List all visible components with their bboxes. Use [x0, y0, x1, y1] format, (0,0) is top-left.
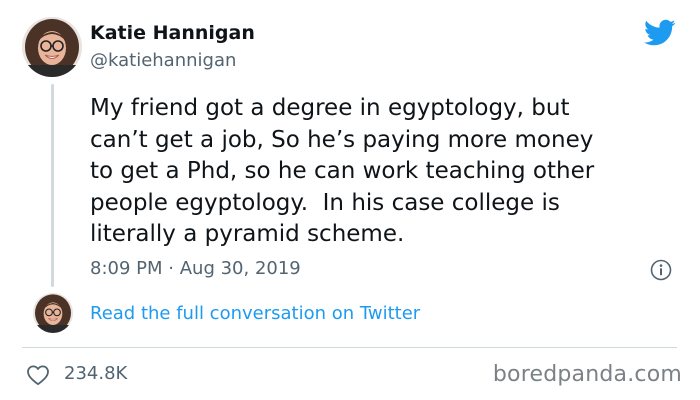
watermark: boredpanda.com	[492, 362, 682, 387]
tweet-line: My friend got a degree in egyptology, bu…	[90, 95, 570, 121]
display-name[interactable]: Katie Hannigan	[90, 22, 255, 44]
tweet-time: 8:09 PM	[90, 258, 163, 279]
tweet-line: people egyptology. In his case college i…	[90, 189, 560, 216]
tweet-line: can’t get a job, So he’s paying more mon…	[90, 126, 594, 153]
read-conversation-link[interactable]: Read the full conversation on Twitter	[90, 303, 420, 324]
info-icon[interactable]	[650, 259, 672, 281]
tweet-timestamp[interactable]: 8:09 PM · Aug 30, 2019	[90, 258, 301, 279]
divider	[22, 347, 677, 348]
thread-line	[51, 84, 54, 287]
twitter-bird-icon[interactable]	[644, 19, 676, 47]
timestamp-separator: ·	[168, 258, 174, 279]
tweet-line: literally a pyramid scheme.	[90, 221, 405, 247]
user-handle[interactable]: @katiehannigan	[90, 50, 236, 71]
tweet-line: to get a Phd, so he can work teaching ot…	[90, 158, 595, 184]
heart-icon[interactable]	[26, 364, 50, 386]
tweet-date: Aug 30, 2019	[179, 258, 301, 279]
avatar-small[interactable]	[33, 293, 73, 333]
avatar[interactable]	[22, 17, 82, 77]
like-count: 234.8K	[64, 363, 128, 384]
tweet-text: My friend got a degree in egyptology, bu…	[90, 93, 665, 251]
